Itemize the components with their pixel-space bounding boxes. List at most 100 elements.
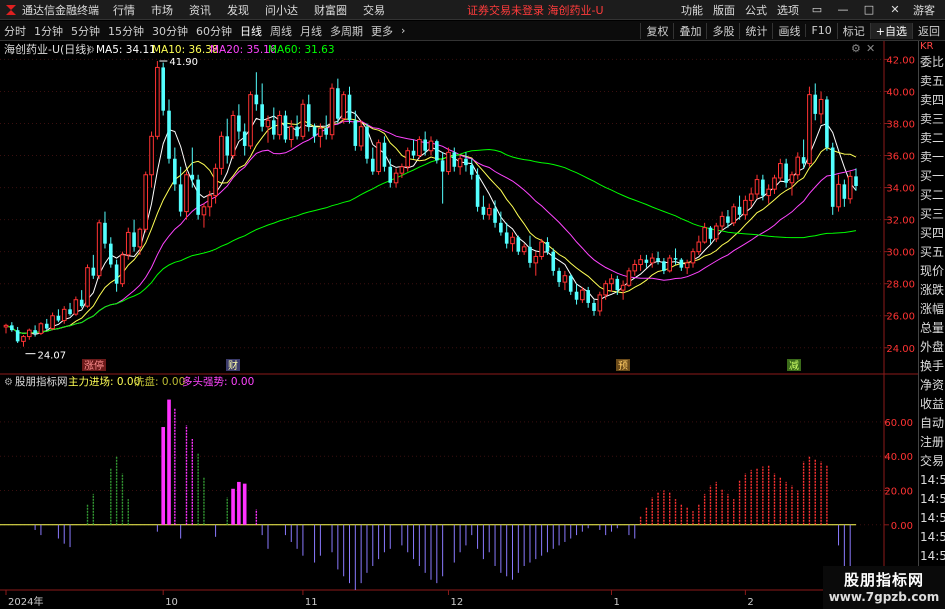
indicator-bar-strong <box>161 427 165 525</box>
maximize-icon[interactable]: □ <box>861 3 877 16</box>
watermark-line2: www.7gpzb.com <box>828 590 940 604</box>
period-30min[interactable]: 30分钟 <box>148 23 192 39</box>
candle <box>15 326 20 343</box>
login-alert[interactable]: 证券交易未登录 海创药业-U <box>467 2 604 18</box>
candle-body-down <box>813 94 818 114</box>
period-15min[interactable]: 15分钟 <box>104 23 148 39</box>
quote-field: 涨幅 <box>920 302 945 316</box>
period-60min[interactable]: 60分钟 <box>192 23 236 39</box>
chart-config-icon[interactable]: ⚙ <box>851 42 861 55</box>
candle-body-down <box>306 104 311 127</box>
period-multi[interactable]: 多周期 <box>326 23 367 39</box>
btn-tongji[interactable]: 统计 <box>739 22 772 39</box>
candle-body-down <box>237 115 241 132</box>
menu-caifuquan[interactable]: 财富圈 <box>314 2 347 18</box>
period-monthly[interactable]: 月线 <box>296 23 326 39</box>
indicator-bars <box>0 399 856 590</box>
candle-body-up <box>21 336 26 342</box>
candle <box>761 174 765 201</box>
menu-faxian[interactable]: 发现 <box>227 2 249 18</box>
period-more[interactable]: 更多 <box>367 23 397 39</box>
candle <box>114 259 119 292</box>
btn-duogu[interactable]: 多股 <box>706 22 739 39</box>
quote-field: 涨跌 <box>920 283 945 297</box>
candle <box>597 291 603 316</box>
indicator-tick-label: 20.00 <box>884 487 913 498</box>
period-daily[interactable]: 日线 <box>236 23 266 39</box>
menu-xuanxiang[interactable]: 选项 <box>777 2 799 18</box>
candle-body-down <box>242 131 247 146</box>
candle <box>801 139 806 169</box>
candle-body-down <box>10 325 14 331</box>
period-1min[interactable]: 1分钟 <box>30 23 67 39</box>
stock-name: 海创药业-U(日线) <box>4 42 91 56</box>
time-tick-label: 1 <box>613 597 619 608</box>
menu-shichang[interactable]: 市场 <box>151 2 173 18</box>
minimize-icon[interactable]: — <box>835 3 851 16</box>
candle-body-up <box>719 215 725 227</box>
menu-wenxiaoda[interactable]: 问小达 <box>265 2 298 18</box>
candle <box>551 248 556 276</box>
more-chevron-icon[interactable]: › <box>397 24 409 37</box>
candle <box>626 267 632 287</box>
marker-cai[interactable]: 财 <box>228 359 238 372</box>
candle <box>644 254 649 268</box>
period-5min[interactable]: 5分钟 <box>67 23 104 39</box>
period-fenshi[interactable]: 分时 <box>0 23 30 39</box>
menu-banmian[interactable]: 版面 <box>713 2 735 18</box>
candle <box>44 318 49 331</box>
chart-close-icon[interactable]: ✕ <box>866 42 875 55</box>
btn-f10[interactable]: F10 <box>805 24 836 37</box>
btn-fuquan[interactable]: 复权 <box>640 22 673 39</box>
candle <box>469 158 474 180</box>
period-weekly[interactable]: 周线 <box>266 23 296 39</box>
candle-body-down <box>656 258 660 262</box>
legend-settings-icon[interactable]: ⚙ <box>86 45 95 56</box>
candle-body-down <box>830 147 835 207</box>
kline-chart[interactable]: 24.00 26.00 28.00 30.00 32.00 34.00 36.00 38.00… <box>0 41 918 609</box>
quote-field[interactable]: 自动 <box>919 414 945 433</box>
time-tick-label: 11 <box>305 597 318 608</box>
btn-add-watchlist[interactable]: +自选 <box>869 22 912 39</box>
marker-yu[interactable]: 预 <box>618 360 628 372</box>
btn-huaxian[interactable]: 画线 <box>772 22 805 39</box>
candle <box>428 136 434 156</box>
candle-body-down <box>475 174 480 207</box>
btn-diejia[interactable]: 叠加 <box>673 22 706 39</box>
indicator-line-zhuli: 主力进场: 0.00 <box>68 375 140 388</box>
candle-body-up <box>766 188 771 197</box>
quote-field[interactable]: 注册 <box>919 433 945 452</box>
candle-body-up <box>748 193 754 201</box>
close-icon[interactable]: ✕ <box>887 3 903 16</box>
candle-body-down <box>411 150 416 156</box>
candle <box>435 139 439 164</box>
candle <box>393 168 399 188</box>
candle-body-up <box>376 142 381 173</box>
candle <box>219 131 224 175</box>
window-mode-icon[interactable]: ▭ <box>809 3 825 16</box>
menu-gongneng[interactable]: 功能 <box>681 2 703 18</box>
btn-biaoji[interactable]: 标记 <box>836 22 870 39</box>
candle-body-down <box>499 222 503 233</box>
guest-label[interactable]: 游客 <box>913 2 935 18</box>
marker-jian[interactable]: 减 <box>789 360 799 372</box>
candle <box>847 171 853 204</box>
candle-body-down <box>167 110 171 159</box>
menu-gongshi[interactable]: 公式 <box>745 2 767 18</box>
candle <box>789 171 795 196</box>
candle <box>586 286 590 308</box>
candle-body-down <box>726 216 730 223</box>
candle-body-down <box>190 174 195 180</box>
quote-field: 委比 <box>920 55 945 69</box>
indicator-settings-icon[interactable]: ⚙ <box>4 377 13 388</box>
menu-jiaoyi[interactable]: 交易 <box>363 2 385 18</box>
menu-zixun[interactable]: 资讯 <box>189 2 211 18</box>
menu-hangqing[interactable]: 行情 <box>113 2 135 18</box>
event-markers: 涨停 财 预 减 <box>82 359 801 372</box>
candle <box>719 211 725 231</box>
quote-field[interactable]: 交易 <box>919 452 945 471</box>
btn-back[interactable]: 返回 <box>912 22 945 39</box>
marker-zhangting[interactable]: 涨停 <box>84 359 104 372</box>
candle <box>230 110 236 159</box>
candle-body-up <box>358 126 364 147</box>
